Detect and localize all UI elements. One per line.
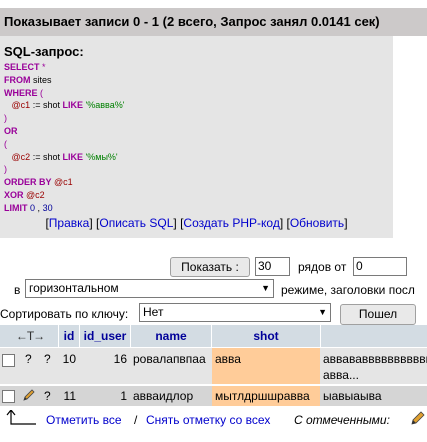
sql-limit-count: 30 bbox=[42, 202, 53, 213]
column-header-name[interactable]: name bbox=[131, 325, 211, 347]
cell-name: ровалапвпаа bbox=[133, 352, 206, 366]
sql-table: sites bbox=[33, 74, 52, 85]
sql-lparen-1: ( bbox=[40, 87, 44, 98]
sql-from: FROM bbox=[4, 74, 31, 85]
cell-name: авваидлор bbox=[133, 389, 194, 403]
sort-label: Сортировать по ключу: bbox=[0, 307, 129, 321]
uncheck-all-link[interactable]: Снять отметку со всех bbox=[146, 413, 270, 427]
arrow-left-up-icon bbox=[6, 409, 36, 428]
sql-limit: LIMIT bbox=[4, 202, 28, 213]
sql-rparen-2: ) bbox=[4, 164, 7, 175]
delete-icon[interactable]: ? bbox=[44, 352, 51, 366]
sql-code: SELECT * FROM sites WHERE ( @c1 := shot … bbox=[4, 61, 124, 215]
sql-select: SELECT bbox=[4, 62, 40, 72]
sql-title: SQL-запрос: bbox=[4, 44, 84, 59]
column-header-id[interactable]: id bbox=[59, 325, 79, 347]
results-table-header: ←T→ id id_user name shot bbox=[0, 325, 427, 347]
table-row: ? ? 10 16 ровалапвпаа авва аввававвввввв… bbox=[0, 348, 427, 384]
check-all-link[interactable]: Отметить все bbox=[46, 413, 122, 427]
sql-like-2: LIKE bbox=[62, 151, 84, 162]
sql-shot-1: shot bbox=[42, 100, 60, 111]
edit-link[interactable]: Правка bbox=[49, 216, 90, 230]
sql-or: OR bbox=[4, 125, 18, 136]
sql-like-1: LIKE bbox=[62, 100, 84, 111]
go-button[interactable]: Пошел bbox=[340, 304, 416, 325]
cell-extra: аввававвввввввввв bbox=[323, 352, 427, 366]
sql-order-var2: @c2 bbox=[26, 189, 45, 200]
sql-where: WHERE bbox=[4, 87, 38, 98]
chevron-down-icon: ▼ bbox=[261, 283, 270, 293]
sql-comma: , bbox=[37, 202, 41, 213]
rows-count-input[interactable]: 30 bbox=[255, 257, 290, 276]
sql-query-box: SQL-запрос: SELECT * FROM sites WHERE ( … bbox=[0, 36, 393, 238]
rows-from-input[interactable]: 0 bbox=[353, 257, 407, 276]
display-mode-select[interactable]: горизонтальном ▼ bbox=[25, 279, 274, 298]
pencil-icon[interactable] bbox=[410, 410, 426, 426]
selection-footer: Отметить все / Снять отметку со всех С о… bbox=[0, 408, 427, 438]
cell-extra: ыавыаыва bbox=[323, 389, 382, 403]
cell-id: 10 bbox=[62, 352, 76, 366]
cell-id: 11 bbox=[63, 389, 76, 403]
result-message-bar: Показывает записи 0 - 1 (2 всего, Запрос… bbox=[0, 8, 427, 36]
sql-order-var1: @c1 bbox=[54, 177, 73, 188]
edit-icon[interactable]: ? bbox=[25, 352, 32, 366]
row-checkbox[interactable] bbox=[2, 390, 15, 403]
divider bbox=[320, 325, 321, 347]
show-button[interactable]: Показать : bbox=[170, 257, 250, 277]
result-message: Показывает записи 0 - 1 (2 всего, Запрос… bbox=[4, 14, 380, 29]
sql-assign-1: := bbox=[32, 100, 41, 111]
sql-shot-2: shot bbox=[42, 151, 60, 162]
create-php-link[interactable]: Создать PHP-код bbox=[183, 216, 279, 230]
sql-order-by: ORDER BY bbox=[4, 177, 52, 188]
table-row: ? 11 1 авваидлор мытлдршшравва ыавыаыва bbox=[0, 386, 427, 406]
sql-limit-from: 0 bbox=[30, 202, 36, 213]
cell-extra-truncated: авва... bbox=[323, 368, 359, 382]
mode-suffix-label: режиме, заголовки посл bbox=[281, 283, 415, 297]
column-header-id-user[interactable]: id_user bbox=[80, 325, 130, 347]
sql-pattern1: '%авва%' bbox=[85, 100, 125, 111]
sql-rparen-1: ) bbox=[4, 113, 7, 124]
delete-icon[interactable]: ? bbox=[44, 389, 51, 403]
sql-assign-2: := bbox=[32, 151, 41, 162]
sql-pattern2: '%мы%' bbox=[85, 151, 118, 162]
sort-key-value: Нет bbox=[143, 305, 164, 319]
footer-separator: / bbox=[134, 413, 138, 427]
display-mode-value: горизонтальном bbox=[29, 281, 119, 295]
in-label: в bbox=[14, 283, 21, 297]
cell-id-user: 1 bbox=[120, 389, 127, 403]
refresh-link[interactable]: Обновить bbox=[290, 216, 344, 230]
cell-id-user: 16 bbox=[113, 352, 127, 366]
sql-var1: @c1 bbox=[11, 100, 31, 111]
column-nav-arrows-icon[interactable]: ←T→ bbox=[4, 325, 56, 347]
explain-sql-link[interactable]: Описать SQL bbox=[99, 216, 173, 230]
row-checkbox[interactable] bbox=[2, 354, 15, 367]
sql-xor: XOR bbox=[4, 189, 24, 200]
sql-var2: @c2 bbox=[11, 151, 31, 162]
pencil-icon[interactable] bbox=[22, 388, 36, 402]
sort-key-select[interactable]: Нет ▼ bbox=[139, 303, 331, 322]
sql-links: [Правка] [Описать SQL] [Создать PHP-код]… bbox=[45, 216, 348, 230]
chevron-down-icon: ▼ bbox=[318, 307, 327, 317]
cell-shot: авва bbox=[215, 352, 241, 366]
cell-shot: мытлдршшравва bbox=[215, 389, 310, 403]
with-selected-label: С отмеченными: bbox=[294, 413, 390, 427]
column-header-shot[interactable]: shot bbox=[212, 325, 320, 347]
rows-from-label: рядов от bbox=[298, 260, 347, 274]
sql-lparen-2: ( bbox=[4, 138, 7, 149]
sql-star: * bbox=[42, 62, 46, 72]
